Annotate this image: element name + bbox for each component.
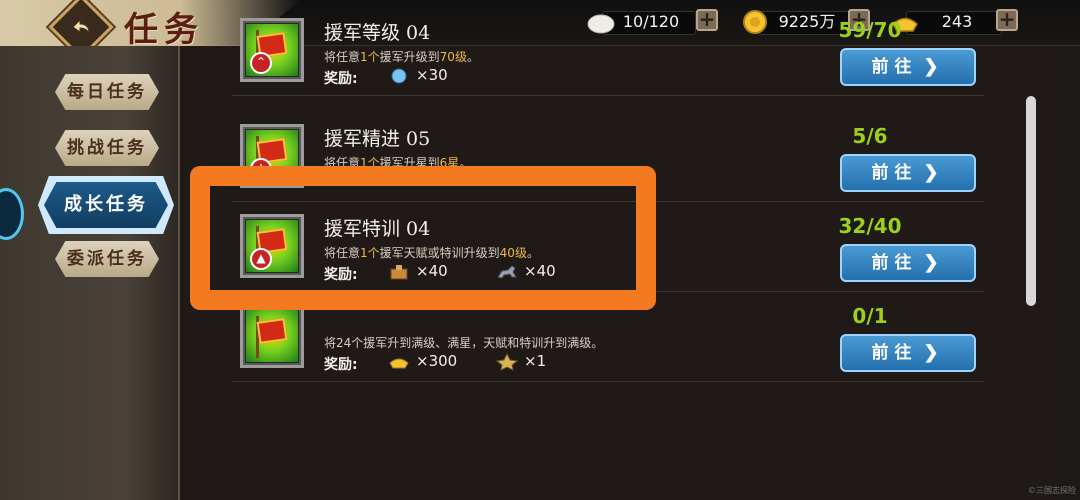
- go-button[interactable]: 前往 ❯: [840, 244, 976, 282]
- scrollbar[interactable]: [1026, 96, 1036, 306]
- chevron-right-icon: ❯: [923, 162, 945, 183]
- chevron-right-icon: ❯: [923, 56, 945, 77]
- task-name: 援军精进 05: [324, 128, 431, 150]
- tab-delegate-tasks[interactable]: 委派任务: [55, 241, 159, 277]
- tab-daily-tasks[interactable]: 每日任务: [55, 74, 159, 110]
- task-progress: 0/1: [852, 304, 888, 328]
- task-icon-frame: [240, 304, 304, 368]
- highlight-box: [190, 166, 656, 310]
- reward-label: 奖励:: [324, 71, 358, 87]
- go-button[interactable]: 前往 ❯: [840, 48, 976, 86]
- chevron-right-icon: ❯: [923, 342, 945, 363]
- tab-challenge-tasks[interactable]: 挑战任务: [55, 130, 159, 166]
- page-title: 任务: [124, 10, 204, 50]
- flag-icon: [246, 310, 298, 362]
- go-button[interactable]: 前往 ❯: [840, 154, 976, 192]
- tab-growth-tasks[interactable]: 成长任务: [44, 182, 168, 228]
- task-progress: 32/40: [838, 214, 902, 238]
- reward-item: ×300: [388, 352, 457, 374]
- task-desc: 将24个援军升到满级、满星，天赋和特训升到满级。: [324, 336, 604, 350]
- reward-label: 奖励:: [324, 357, 358, 373]
- blue-orb-icon: [391, 68, 407, 83]
- task-progress: 5/6: [852, 124, 888, 148]
- task-icon-frame: ⌃: [240, 18, 304, 82]
- flag-icon: ⌃: [246, 24, 298, 76]
- chevron-right-icon: ❯: [923, 252, 945, 273]
- go-button[interactable]: 前往 ❯: [840, 334, 976, 372]
- reward-item: ×1: [496, 352, 546, 374]
- medal-icon: [496, 352, 518, 371]
- watermark: ©三国志探险: [1028, 486, 1076, 495]
- reward-item: ×30: [388, 66, 448, 88]
- rank-up-icon: ⌃: [250, 52, 272, 74]
- back-arrow-icon: [72, 18, 90, 34]
- ingot-icon: [389, 358, 409, 368]
- task-name: 援军等级 04: [324, 22, 431, 44]
- task-row: ⌃ 援军等级 04 将任意1个援军升级到70级。 奖励: ×30 59/70 前…: [232, 8, 984, 96]
- task-desc: 将任意1个援军升级到70级。: [324, 50, 479, 64]
- task-progress: 59/70: [838, 18, 902, 42]
- add-ingot-button[interactable]: +: [996, 9, 1018, 31]
